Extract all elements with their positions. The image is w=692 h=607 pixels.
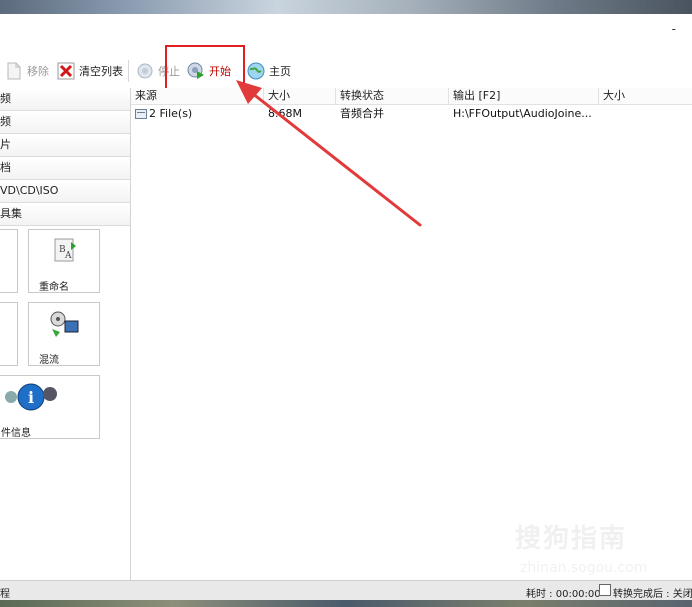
status-left-label: 程	[0, 589, 10, 600]
remove-button[interactable]: 移除	[4, 59, 49, 83]
sidebar-item-video[interactable]: 频	[0, 88, 130, 111]
row-size: 8.68M	[268, 107, 302, 120]
desktop-wallpaper-strip	[0, 0, 692, 14]
remove-label: 移除	[27, 65, 49, 78]
minimize-button[interactable]: -	[672, 22, 676, 36]
watermark-url: zhinan.sogou.com	[520, 560, 648, 576]
toolbar: 移除 清空列表 停止 开始 主页	[0, 56, 692, 86]
svg-text:i: i	[28, 388, 34, 407]
file-info-tool-tile[interactable]: i 件信息	[0, 375, 100, 439]
tool-tile-left-2[interactable]	[0, 302, 18, 366]
status-bar: 程 耗时 : 00:00:00 转换完成后 : 关闭	[0, 580, 692, 601]
rename-icon: BA	[51, 236, 79, 264]
elapsed-time: 耗时 : 00:00:00	[526, 589, 601, 600]
sidebar-item-label: 具集	[0, 207, 22, 220]
row-output: H:\FFOutput\AudioJoine...	[453, 107, 592, 120]
sidebar-item-label: 档	[0, 161, 11, 174]
clear-list-label: 清空列表	[79, 65, 123, 78]
clear-list-button[interactable]: 清空列表	[56, 59, 123, 83]
stop-gear-icon	[135, 61, 155, 81]
sidebar-item-rom[interactable]: VD\CD\ISO	[0, 180, 130, 203]
file-list: 来源 大小 转换状态 输出 [F2] 大小 2 File(s) 8.68M 音频…	[131, 88, 692, 580]
column-header-output-size[interactable]: 大小	[599, 88, 692, 104]
sidebar-item-picture[interactable]: 片	[0, 134, 130, 157]
sidebar-item-label: VD\CD\ISO	[0, 184, 59, 197]
rename-tool-tile[interactable]: BA 重命名	[28, 229, 100, 293]
sidebar-item-audio[interactable]: 频	[0, 111, 130, 134]
svg-text:A: A	[64, 251, 72, 261]
home-button[interactable]: 主页	[246, 59, 291, 83]
file-info-label: 件信息	[1, 428, 31, 439]
start-highlight-annotation	[165, 45, 245, 90]
sidebar-item-label: 频	[0, 92, 11, 105]
desktop-wallpaper-strip-bottom	[0, 600, 692, 607]
rename-label: 重命名	[39, 282, 69, 293]
sidebar-item-toolset[interactable]: 具集	[0, 203, 130, 226]
row-status: 音频合并	[340, 107, 384, 120]
info-icon: i	[5, 382, 59, 412]
delete-x-icon	[56, 61, 76, 81]
row-source: 2 File(s)	[149, 107, 193, 120]
toolbar-divider	[128, 60, 129, 82]
after-done-checkbox[interactable]	[599, 584, 611, 596]
film-reel-icon	[47, 309, 81, 343]
mux-tool-tile[interactable]: 混流	[28, 302, 100, 366]
file-list-header: 来源 大小 转换状态 输出 [F2] 大小	[131, 88, 692, 105]
file-group-icon	[135, 108, 147, 120]
sidebar-item-label: 片	[0, 138, 11, 151]
sidebar-item-document[interactable]: 档	[0, 157, 130, 180]
mux-label: 混流	[39, 355, 59, 366]
home-label: 主页	[269, 65, 291, 78]
column-header-source[interactable]: 来源	[131, 88, 264, 104]
document-icon	[4, 61, 24, 81]
watermark-logo: 搜狗指南	[515, 524, 628, 554]
column-header-status[interactable]: 转换状态	[336, 88, 449, 104]
column-header-output[interactable]: 输出 [F2]	[449, 88, 599, 104]
table-row[interactable]: 2 File(s) 8.68M 音频合并 H:\FFOutput\AudioJo…	[131, 106, 692, 122]
globe-home-icon	[246, 61, 266, 81]
column-header-size[interactable]: 大小	[264, 88, 336, 104]
row-output-size	[603, 106, 688, 122]
after-done-label: 转换完成后 : 关闭	[613, 589, 692, 600]
title-bar: -	[0, 14, 692, 50]
sidebar-item-label: 频	[0, 115, 11, 128]
left-panel: 频 频 片 档 VD\CD\ISO 具集 BA 重命名 混流 i 件信息	[0, 88, 131, 580]
tool-tile-left-1[interactable]	[0, 229, 18, 293]
